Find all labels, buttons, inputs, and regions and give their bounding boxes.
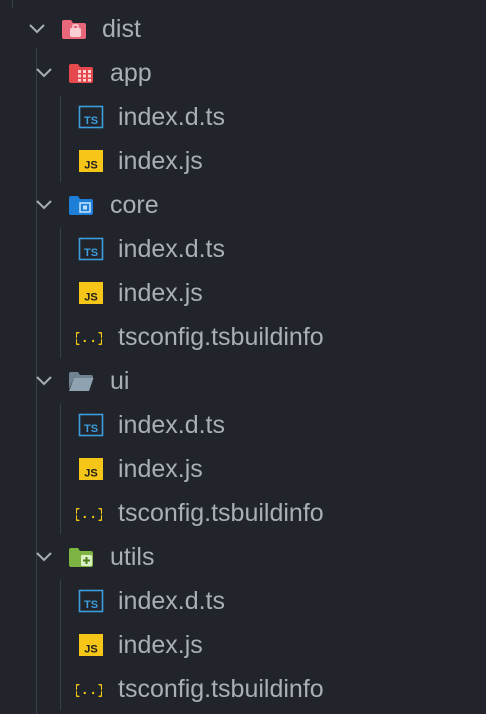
tree-folder-utils[interactable]: utils — [0, 535, 486, 579]
folder-core-icon — [69, 196, 93, 215]
file-explorer-tree: dist app TS index.d.ts JS index.js core … — [0, 0, 486, 714]
file-label: index.d.ts — [118, 103, 226, 131]
file-label: index.d.ts — [118, 587, 226, 615]
folder-utils-icon — [69, 548, 93, 567]
json-braces-icon: {..} — [76, 331, 102, 347]
tree-file[interactable]: JS index.js — [0, 271, 486, 315]
svg-text:JS: JS — [84, 160, 97, 172]
folder-dist-icon — [62, 20, 86, 39]
folder-label: core — [110, 191, 159, 219]
file-label: index.d.ts — [118, 411, 226, 439]
chevron-down-icon[interactable] — [27, 19, 47, 39]
tree-file[interactable]: JS index.js — [0, 447, 486, 491]
svg-text:TS: TS — [84, 247, 98, 259]
json-braces-icon: {..} — [76, 683, 102, 699]
folder-ui-icon — [69, 372, 94, 391]
tree-file[interactable]: TS index.d.ts — [0, 579, 486, 623]
svg-text:TS: TS — [84, 115, 98, 127]
svg-text:JS: JS — [84, 468, 97, 480]
json-braces-icon: {..} — [76, 507, 102, 523]
tree-file[interactable]: TS index.d.ts — [0, 403, 486, 447]
svg-text:TS: TS — [84, 599, 98, 611]
folder-app-icon — [69, 64, 93, 83]
tree-folder-core[interactable]: core — [0, 183, 486, 227]
file-label: index.js — [118, 631, 203, 659]
typescript-def-icon: TS — [78, 413, 104, 437]
tree-file[interactable]: JS index.js — [0, 623, 486, 667]
svg-text:JS: JS — [84, 292, 97, 304]
chevron-down-icon[interactable] — [34, 547, 54, 567]
tree-file[interactable]: {..} tsconfig.tsbuildinfo — [0, 315, 486, 359]
file-label: index.js — [118, 455, 203, 483]
tree-file[interactable]: {..} tsconfig.tsbuildinfo — [0, 667, 486, 711]
tree-folder-app[interactable]: app — [0, 51, 486, 95]
tree-file[interactable]: TS index.d.ts — [0, 227, 486, 271]
file-label: index.d.ts — [118, 235, 226, 263]
chevron-down-icon[interactable] — [34, 63, 54, 83]
tree-folder-dist[interactable]: dist — [0, 7, 486, 51]
javascript-icon: JS — [79, 634, 103, 656]
file-label: index.js — [118, 147, 203, 175]
tree-file[interactable]: {..} tsconfig.tsbuildinfo — [0, 491, 486, 535]
svg-text:{..}: {..} — [76, 331, 102, 347]
svg-text:{..}: {..} — [76, 507, 102, 523]
folder-label: app — [110, 59, 152, 87]
svg-text:TS: TS — [84, 423, 98, 435]
folder-label: utils — [110, 543, 155, 571]
folder-label: ui — [110, 367, 130, 395]
file-label: tsconfig.tsbuildinfo — [118, 499, 324, 527]
typescript-def-icon: TS — [78, 105, 104, 129]
chevron-down-icon[interactable] — [34, 195, 54, 215]
svg-text:{..}: {..} — [76, 683, 102, 699]
typescript-def-icon: TS — [78, 237, 104, 261]
folder-label: dist — [102, 15, 141, 43]
tree-folder-ui[interactable]: ui — [0, 359, 486, 403]
javascript-icon: JS — [79, 150, 103, 172]
file-label: index.js — [118, 279, 203, 307]
file-label: tsconfig.tsbuildinfo — [118, 323, 324, 351]
tree-file[interactable]: TS index.d.ts — [0, 95, 486, 139]
tree-file[interactable]: JS index.js — [0, 139, 486, 183]
file-label: tsconfig.tsbuildinfo — [118, 675, 324, 703]
javascript-icon: JS — [79, 282, 103, 304]
javascript-icon: JS — [79, 458, 103, 480]
svg-text:JS: JS — [84, 644, 97, 656]
chevron-down-icon[interactable] — [34, 371, 54, 391]
typescript-def-icon: TS — [78, 589, 104, 613]
